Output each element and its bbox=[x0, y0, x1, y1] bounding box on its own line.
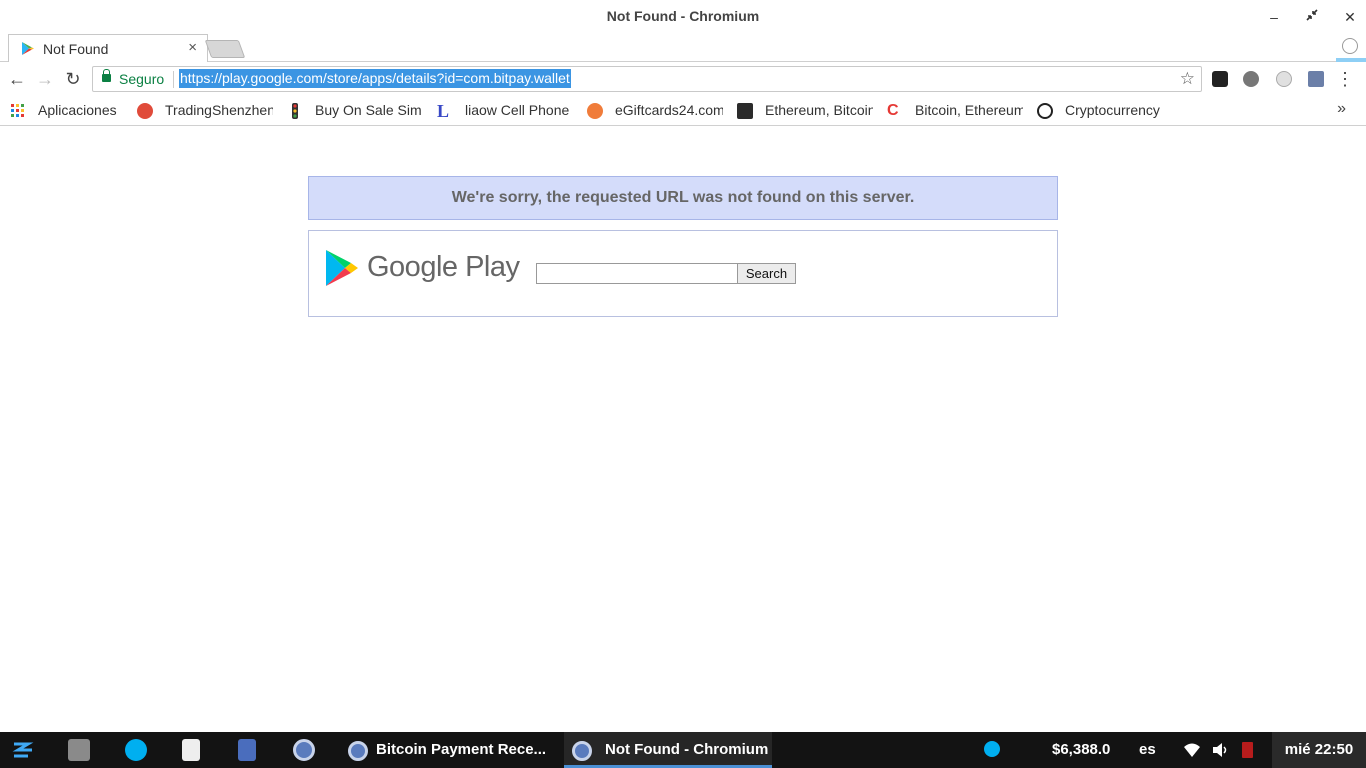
forward-button[interactable]: → bbox=[34, 68, 56, 90]
task-bitcoin-payment[interactable]: Bitcoin Payment Rece... bbox=[348, 732, 548, 768]
lock-icon bbox=[102, 69, 111, 82]
browser-toolbar: ← → ↻ Seguro https://play.google.com/sto… bbox=[0, 62, 1366, 96]
film-reel-extension-icon[interactable] bbox=[1243, 71, 1259, 87]
text-editor-icon[interactable] bbox=[238, 739, 256, 761]
tab-not-found[interactable]: Not Found × bbox=[8, 34, 208, 62]
tab-strip: Not Found × bbox=[0, 32, 1366, 62]
bookmark-label: liaow Cell Phone bbox=[465, 102, 570, 118]
window-title: Not Found - Chromium bbox=[606, 8, 760, 24]
chromium-task-icon bbox=[348, 741, 368, 761]
taskbar: Bitcoin Payment Rece... Not Found - Chro… bbox=[0, 732, 1366, 768]
tradingshenzhen-icon bbox=[137, 103, 153, 119]
close-window-button[interactable]: ✕ bbox=[1339, 6, 1361, 28]
price-ticker[interactable]: $6,388.0 bbox=[1052, 741, 1110, 758]
bookmark-label: eGiftcards24.com bbox=[615, 102, 723, 118]
omnibox-divider bbox=[173, 71, 174, 88]
restore-button[interactable] bbox=[1301, 6, 1323, 28]
bookmark-label: Buy On Sale Sim bbox=[315, 102, 422, 118]
menu-icon[interactable]: ⋮ bbox=[1336, 68, 1354, 90]
wifi-icon[interactable] bbox=[1183, 742, 1201, 758]
skype-tray-icon[interactable] bbox=[984, 741, 1000, 757]
bookmark-label: Cryptocurrency bbox=[1065, 102, 1160, 118]
back-button[interactable]: ← bbox=[6, 68, 28, 90]
apps-grid-icon bbox=[10, 103, 26, 119]
secure-label: Seguro bbox=[119, 71, 165, 87]
traffic-light-icon bbox=[287, 103, 303, 119]
google-play-logo-text: Google Play bbox=[367, 251, 520, 283]
not-found-notice: We're sorry, the requested URL was not f… bbox=[308, 176, 1058, 220]
search-input[interactable] bbox=[536, 263, 738, 284]
bookmark-cryptocurrency[interactable]: Cryptocurrency bbox=[1037, 101, 1173, 121]
google-play-favicon-icon bbox=[21, 41, 35, 61]
minimize-button[interactable]: – bbox=[1263, 6, 1285, 28]
bookmarks-overflow-icon[interactable]: » bbox=[1337, 100, 1346, 118]
reload-button[interactable]: ↻ bbox=[62, 68, 84, 90]
task-label: Bitcoin Payment Rece... bbox=[376, 741, 547, 758]
download-extension-icon[interactable] bbox=[1308, 71, 1324, 87]
launcher-icon[interactable] bbox=[12, 740, 34, 762]
coinmarketcap-icon bbox=[1037, 103, 1053, 119]
grey-extension-icon[interactable] bbox=[1276, 71, 1292, 87]
bookmark-liaow[interactable]: L liaow Cell Phone bbox=[437, 101, 573, 121]
tab-label: Not Found bbox=[43, 41, 109, 57]
bookmark-ethereum-bitcoin[interactable]: Ethereum, Bitcoin bbox=[737, 101, 873, 121]
bookmark-label: Bitcoin, Ethereum bbox=[915, 102, 1023, 118]
window-titlebar: Not Found - Chromium – ✕ bbox=[0, 0, 1366, 34]
ethereum-icon bbox=[737, 103, 753, 119]
document-viewer-icon[interactable] bbox=[182, 739, 200, 761]
restore-icon bbox=[1306, 9, 1318, 21]
battery-icon[interactable] bbox=[1242, 742, 1253, 758]
bookmark-buy-on-sale[interactable]: Buy On Sale Sim bbox=[287, 101, 423, 121]
bookmark-egiftcards[interactable]: eGiftcards24.com bbox=[587, 101, 723, 121]
profile-icon[interactable] bbox=[1342, 38, 1358, 54]
tab-close-icon[interactable]: × bbox=[188, 39, 197, 56]
egiftcards-icon bbox=[587, 103, 603, 119]
search-button[interactable]: Search bbox=[737, 263, 796, 284]
file-manager-icon[interactable] bbox=[68, 739, 90, 761]
new-tab-button[interactable] bbox=[204, 40, 246, 58]
bookmark-aplicaciones[interactable]: Aplicaciones bbox=[10, 101, 130, 121]
coin-c-icon: C bbox=[887, 102, 899, 119]
google-play-logo-icon bbox=[325, 249, 359, 292]
chromium-task-icon bbox=[572, 741, 592, 761]
address-bar[interactable]: Seguro https://play.google.com/store/app… bbox=[92, 66, 1202, 92]
skype-icon[interactable] bbox=[125, 739, 147, 761]
liaow-icon: L bbox=[437, 101, 450, 121]
task-not-found-chromium[interactable]: Not Found - Chromium bbox=[564, 732, 772, 768]
bookmark-bitcoin-ethereum[interactable]: C Bitcoin, Ethereum bbox=[887, 101, 1023, 121]
google-play-panel: Google Play Search bbox=[308, 230, 1058, 317]
bookmark-star-icon[interactable]: ☆ bbox=[1180, 69, 1195, 89]
bookmark-label: Ethereum, Bitcoin bbox=[765, 102, 873, 118]
clock[interactable]: mié 22:50 bbox=[1272, 732, 1366, 768]
volume-icon[interactable] bbox=[1212, 742, 1230, 758]
chromium-icon[interactable] bbox=[293, 739, 315, 761]
bookmark-label: TradingShenzhen bbox=[165, 102, 273, 118]
gnome-extension-icon[interactable] bbox=[1212, 71, 1228, 87]
bookmark-tradingshenzhen[interactable]: TradingShenzhen bbox=[137, 101, 273, 121]
task-label: Not Found - Chromium bbox=[605, 741, 769, 758]
keyboard-layout[interactable]: es bbox=[1139, 741, 1156, 758]
bookmark-label: Aplicaciones bbox=[38, 102, 117, 118]
bookmarks-bar: Aplicaciones TradingShenzhen Buy On Sale… bbox=[0, 96, 1366, 126]
url-text[interactable]: https://play.google.com/store/apps/detai… bbox=[179, 69, 571, 88]
